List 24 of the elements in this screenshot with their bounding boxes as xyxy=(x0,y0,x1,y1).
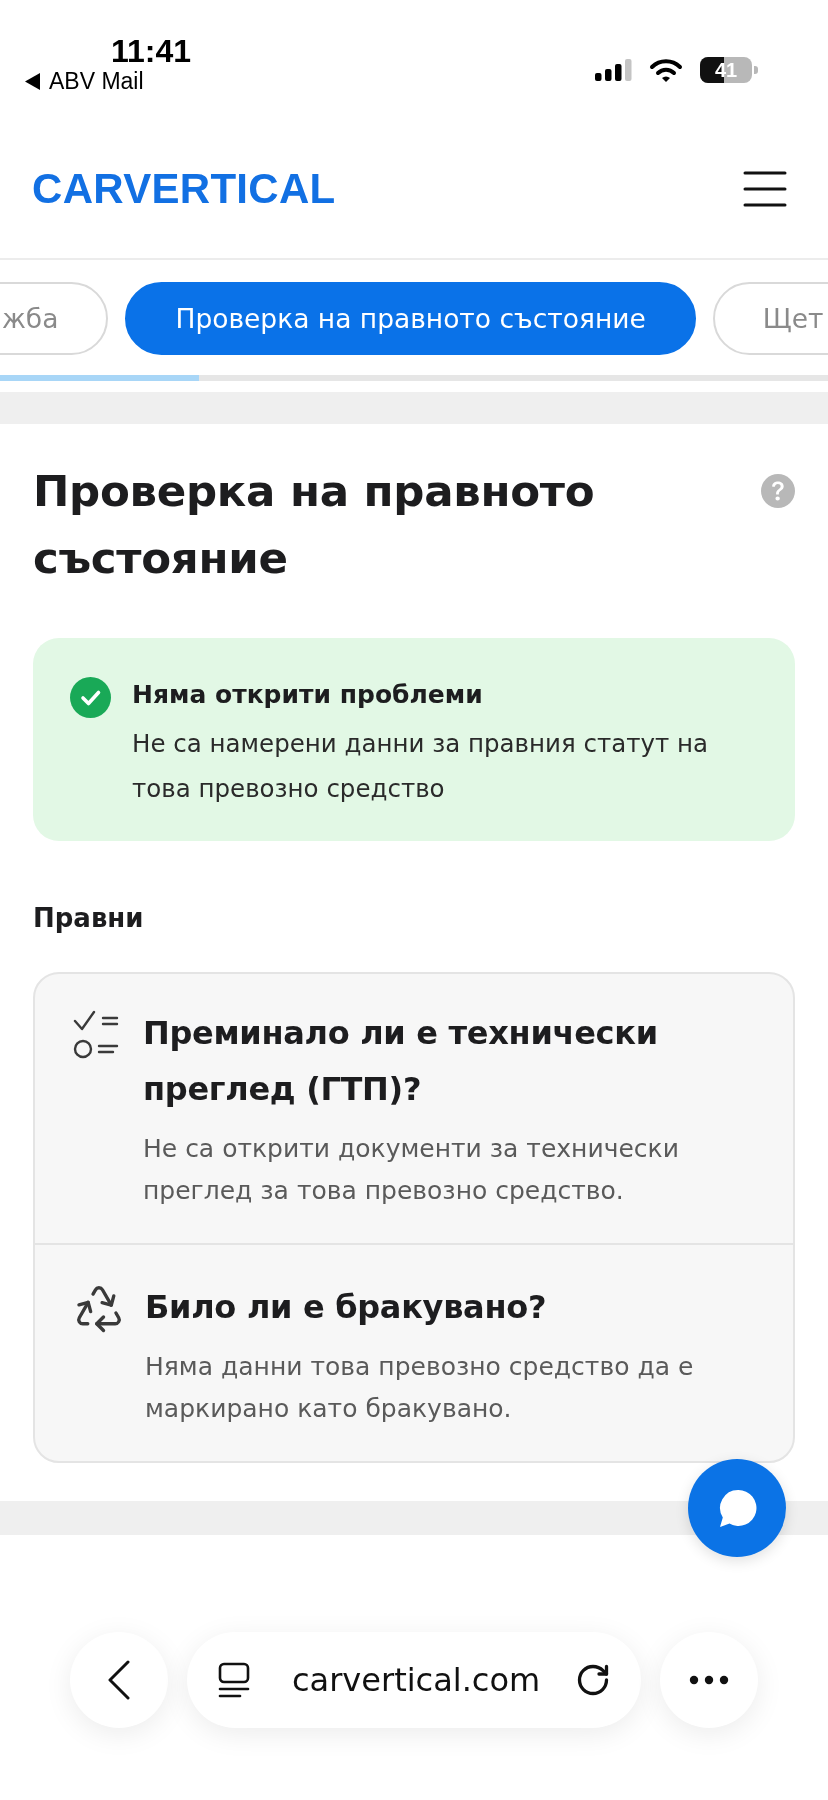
address-bar[interactable]: carvertical.com xyxy=(187,1632,641,1728)
cellular-signal-icon xyxy=(595,59,632,81)
back-triangle-icon[interactable] xyxy=(25,72,40,90)
check-title: Било ли е бракувано? xyxy=(145,1287,548,1328)
logo[interactable]: CARVERTICAL xyxy=(32,168,336,210)
check-title: Преминало ли е технически преглед (ГТП)? xyxy=(143,1013,659,1110)
section-title: Проверка на правното състояние xyxy=(33,465,596,585)
ellipsis-icon xyxy=(689,1675,729,1685)
status-time: 11:41 xyxy=(111,34,192,68)
check-description: Няма данни това превозно средство да е маркирано като бракувано. xyxy=(145,1351,695,1425)
wifi-icon xyxy=(649,58,683,82)
alert-title: Няма открити проблеми xyxy=(132,679,484,711)
alert-text: Не са намерени данни за правния статут на това превозно средство xyxy=(132,728,710,805)
section-tab[interactable]: жба xyxy=(0,282,109,355)
url-text[interactable]: carvertical.com xyxy=(292,1661,541,1699)
group-title: Правни xyxy=(33,902,145,935)
check-circle-icon xyxy=(70,677,111,718)
section-tab[interactable]: Проверка на правното състояние xyxy=(125,282,696,355)
reader-icon[interactable] xyxy=(218,1662,250,1698)
section-tab[interactable]: Щет xyxy=(712,282,828,355)
check-description: Не са открити документи за технически преглед за това превозно средство. xyxy=(143,1133,680,1207)
back-to-app-link[interactable]: ABV Mail xyxy=(49,68,144,94)
menu-icon[interactable] xyxy=(743,171,787,207)
chevron-left-icon xyxy=(107,1660,131,1700)
